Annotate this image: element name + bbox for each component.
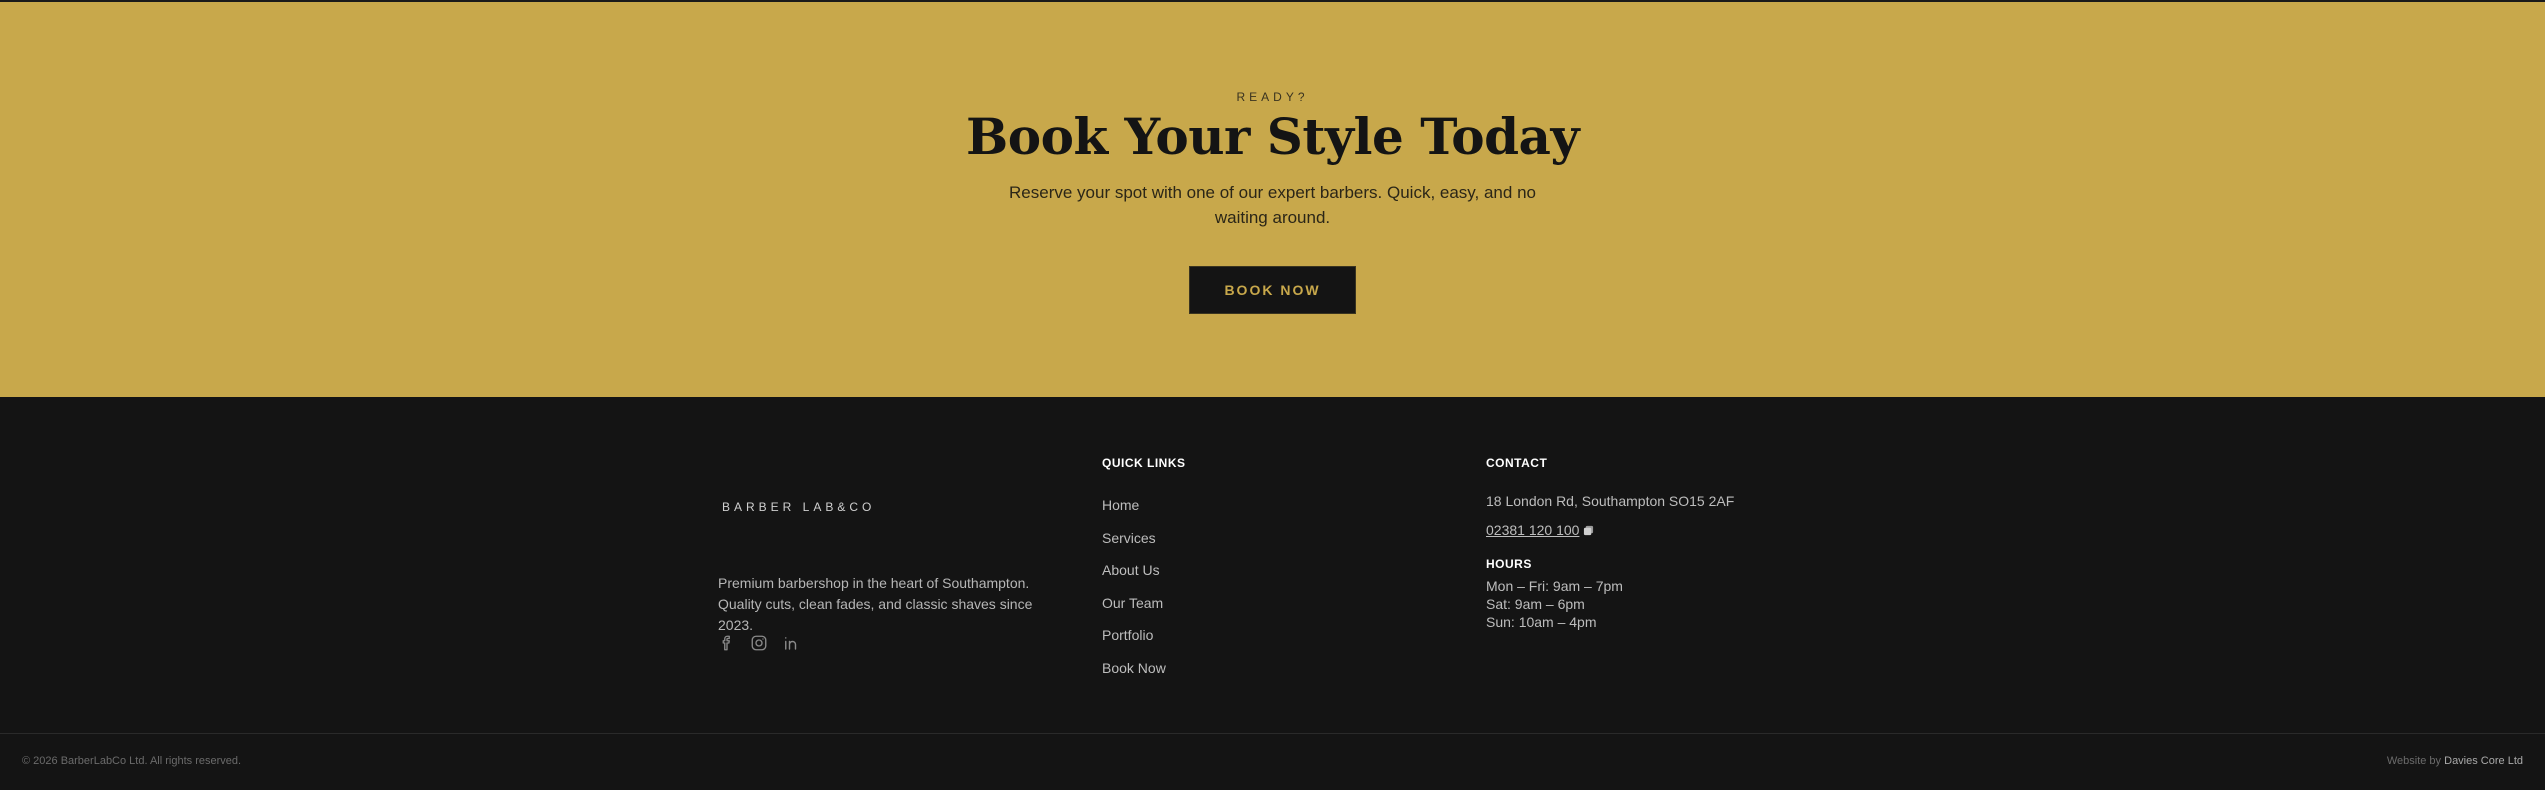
credit-link[interactable]: Davies Core Ltd — [2444, 755, 2523, 767]
footer-link-services[interactable]: Services — [1102, 528, 1166, 561]
footer-logo[interactable]: BARBER LAB&CO — [722, 500, 875, 514]
footer-link-home[interactable]: Home — [1102, 495, 1166, 528]
facebook-icon[interactable] — [718, 634, 736, 652]
hours-saturday: Sat: 9am – 6pm — [1486, 596, 1585, 612]
contact-address: 18 London Rd, Southampton SO15 2AF — [1486, 493, 1735, 509]
cta-eyebrow: READY? — [1236, 90, 1309, 104]
copyright-text: © 2026 BarberLabCo Ltd. All rights reser… — [22, 755, 242, 767]
site-footer: BARBER LAB&CO Premium barbershop in the … — [0, 397, 2545, 790]
cta-title: Book Your Style Today — [965, 107, 1580, 166]
hours-list: Mon – Fri: 9am – 7pm Sat: 9am – 6pm Sun:… — [1486, 577, 1623, 631]
book-now-button[interactable]: BOOK NOW — [1189, 266, 1356, 314]
footer-divider — [0, 733, 2545, 734]
contact-title: CONTACT — [1486, 456, 1548, 470]
hours-weekdays: Mon – Fri: 9am – 7pm — [1486, 578, 1623, 594]
booking-cta-section: READY? Book Your Style Today Reserve you… — [0, 0, 2545, 397]
contact-phone-row: 02381 120 100 — [1486, 522, 1594, 539]
quick-links-list: Home Services About Us Our Team Portfoli… — [1102, 495, 1166, 690]
contact-phone-link[interactable]: 02381 120 100 — [1486, 522, 1579, 538]
quick-links-title: QUICK LINKS — [1102, 456, 1186, 470]
copy-icon[interactable] — [1583, 523, 1594, 539]
hours-title: HOURS — [1486, 557, 1532, 571]
hours-sunday: Sun: 10am – 4pm — [1486, 614, 1597, 630]
instagram-icon[interactable] — [750, 634, 768, 652]
footer-link-portfolio[interactable]: Portfolio — [1102, 625, 1166, 658]
site-credit: Website by Davies Core Ltd — [2387, 755, 2523, 767]
social-links — [718, 634, 800, 652]
footer-link-book-now[interactable]: Book Now — [1102, 658, 1166, 691]
footer-about-text: Premium barbershop in the heart of South… — [718, 575, 1033, 633]
footer-link-about-us[interactable]: About Us — [1102, 560, 1166, 593]
credit-prefix: Website by — [2386, 755, 2442, 767]
footer-link-our-team[interactable]: Our Team — [1102, 593, 1166, 626]
cta-description: Reserve your spot with one of our expert… — [1009, 183, 1536, 227]
linkedin-icon[interactable] — [782, 634, 800, 652]
